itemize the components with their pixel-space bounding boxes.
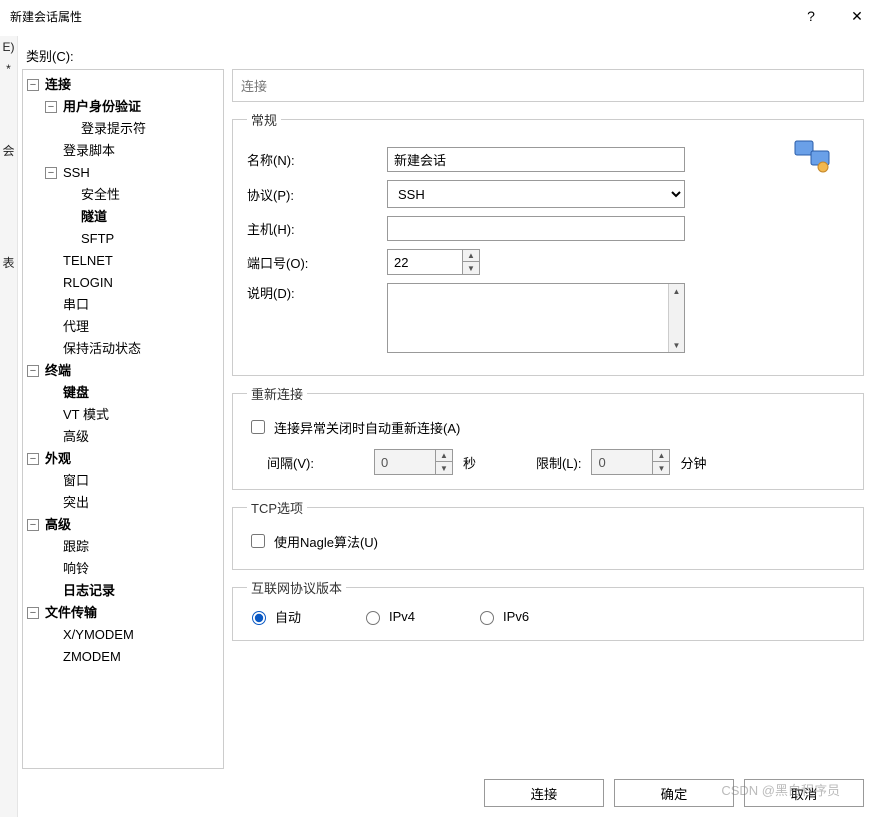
tree-security[interactable]: 安全性 xyxy=(63,184,223,206)
tree-auth[interactable]: −用户身份验证 xyxy=(45,96,223,118)
auto-reconnect-checkbox[interactable] xyxy=(251,420,265,434)
protocol-label: 协议(P): xyxy=(247,185,387,204)
limit-spinner[interactable]: ▲▼ xyxy=(591,449,670,475)
nagle-checkbox[interactable] xyxy=(251,534,265,548)
spin-down-icon[interactable]: ▼ xyxy=(436,462,452,474)
tree-highlight[interactable]: 突出 xyxy=(45,492,223,514)
tree-connection[interactable]: −连接 xyxy=(27,74,223,96)
protocol-select[interactable]: SSH xyxy=(387,180,685,208)
tree-rlogin[interactable]: RLOGIN xyxy=(45,272,223,294)
tree-sftp[interactable]: SFTP xyxy=(63,228,223,250)
port-spinner[interactable]: ▲▼ xyxy=(387,249,480,275)
ip-v4-radio[interactable]: IPv4 xyxy=(361,608,415,625)
tree-file-transfer[interactable]: −文件传输 xyxy=(27,602,223,624)
collapse-icon[interactable]: − xyxy=(45,167,57,179)
category-label: 类别(C): xyxy=(26,46,864,65)
limit-input xyxy=(592,450,652,474)
limit-label: 限制(L): xyxy=(536,453,582,472)
interval-input xyxy=(375,450,435,474)
collapse-icon[interactable]: − xyxy=(27,607,39,619)
name-label: 名称(N): xyxy=(247,150,387,169)
section-header: 连接 xyxy=(232,69,864,102)
tree-login-script[interactable]: 登录脚本 xyxy=(45,140,223,162)
sec-label: 秒 xyxy=(463,453,476,472)
general-group: 常规 名称(N): 协议(P): SSH 主机(H): 端口号(O): xyxy=(232,110,864,376)
spin-down-icon[interactable]: ▼ xyxy=(463,262,479,274)
host-input[interactable] xyxy=(387,216,685,241)
collapse-icon[interactable]: − xyxy=(27,79,39,91)
tree-keepalive[interactable]: 保持活动状态 xyxy=(45,338,223,360)
category-tree[interactable]: −连接 −用户身份验证 登录提示符 登录脚本 −SSH 安全性 隧道 xyxy=(22,69,224,769)
reconnect-group: 重新连接 连接异常关闭时自动重新连接(A) 间隔(V): ▲▼ 秒 限制(L): xyxy=(232,384,864,490)
ok-button[interactable]: 确定 xyxy=(614,779,734,807)
tree-vt[interactable]: VT 模式 xyxy=(45,404,223,426)
tree-tunnel[interactable]: 隧道 xyxy=(63,206,223,228)
tree-serial[interactable]: 串口 xyxy=(45,294,223,316)
collapse-icon[interactable]: − xyxy=(27,365,39,377)
spin-up-icon[interactable]: ▲ xyxy=(653,450,669,462)
connection-icon xyxy=(793,137,833,176)
collapse-icon[interactable]: − xyxy=(45,101,57,113)
cancel-button[interactable]: 取消 xyxy=(744,779,864,807)
ip-v6-radio[interactable]: IPv6 xyxy=(475,608,529,625)
ip-auto-radio[interactable]: 自动 xyxy=(247,607,301,626)
ip-group: 互联网协议版本 自动 IPv4 IPv6 xyxy=(232,578,864,641)
port-input[interactable] xyxy=(388,250,462,274)
spin-up-icon[interactable]: ▲ xyxy=(436,450,452,462)
window-title: 新建会话属性 xyxy=(10,8,788,25)
scroll-down-icon[interactable]: ▼ xyxy=(669,338,684,352)
reconnect-legend: 重新连接 xyxy=(247,384,307,403)
tree-appearance[interactable]: −外观 xyxy=(27,448,223,470)
tree-trace[interactable]: 跟踪 xyxy=(45,536,223,558)
tree-adv-t[interactable]: 高级 xyxy=(45,426,223,448)
tree-xymodem[interactable]: X/YMODEM xyxy=(45,624,223,646)
tree-keyboard[interactable]: 键盘 xyxy=(45,382,223,404)
help-button[interactable]: ? xyxy=(788,0,834,32)
tree-proxy[interactable]: 代理 xyxy=(45,316,223,338)
port-label: 端口号(O): xyxy=(247,253,387,272)
tree-bell[interactable]: 响铃 xyxy=(45,558,223,580)
tree-ssh[interactable]: −SSH xyxy=(45,162,223,184)
nagle-label: 使用Nagle算法(U) xyxy=(274,532,378,551)
host-label: 主机(H): xyxy=(247,219,387,238)
collapse-icon[interactable]: − xyxy=(27,519,39,531)
close-button[interactable]: ✕ xyxy=(834,0,880,32)
tree-login-prompt[interactable]: 登录提示符 xyxy=(63,118,223,140)
tree-window[interactable]: 窗口 xyxy=(45,470,223,492)
min-label: 分钟 xyxy=(680,453,706,472)
scroll-up-icon[interactable]: ▲ xyxy=(669,284,684,298)
tree-logging[interactable]: 日志记录 xyxy=(45,580,223,602)
connect-button[interactable]: 连接 xyxy=(484,779,604,807)
left-edge-fragments: E) * 会 表 xyxy=(0,36,18,817)
tcp-group: TCP选项 使用Nagle算法(U) xyxy=(232,498,864,570)
tree-terminal[interactable]: −终端 xyxy=(27,360,223,382)
collapse-icon[interactable]: − xyxy=(27,453,39,465)
tree-zmodem[interactable]: ZMODEM xyxy=(45,646,223,668)
auto-reconnect-label: 连接异常关闭时自动重新连接(A) xyxy=(274,418,460,437)
interval-label: 间隔(V): xyxy=(267,453,314,472)
desc-label: 说明(D): xyxy=(247,283,387,302)
ip-legend: 互联网协议版本 xyxy=(247,578,346,597)
tcp-legend: TCP选项 xyxy=(247,498,307,517)
name-input[interactable] xyxy=(387,147,685,172)
spin-up-icon[interactable]: ▲ xyxy=(463,250,479,262)
desc-textarea[interactable] xyxy=(388,284,668,352)
tree-telnet[interactable]: TELNET xyxy=(45,250,223,272)
spin-down-icon[interactable]: ▼ xyxy=(653,462,669,474)
interval-spinner[interactable]: ▲▼ xyxy=(374,449,453,475)
general-legend: 常规 xyxy=(247,110,281,129)
tree-advanced[interactable]: −高级 xyxy=(27,514,223,536)
